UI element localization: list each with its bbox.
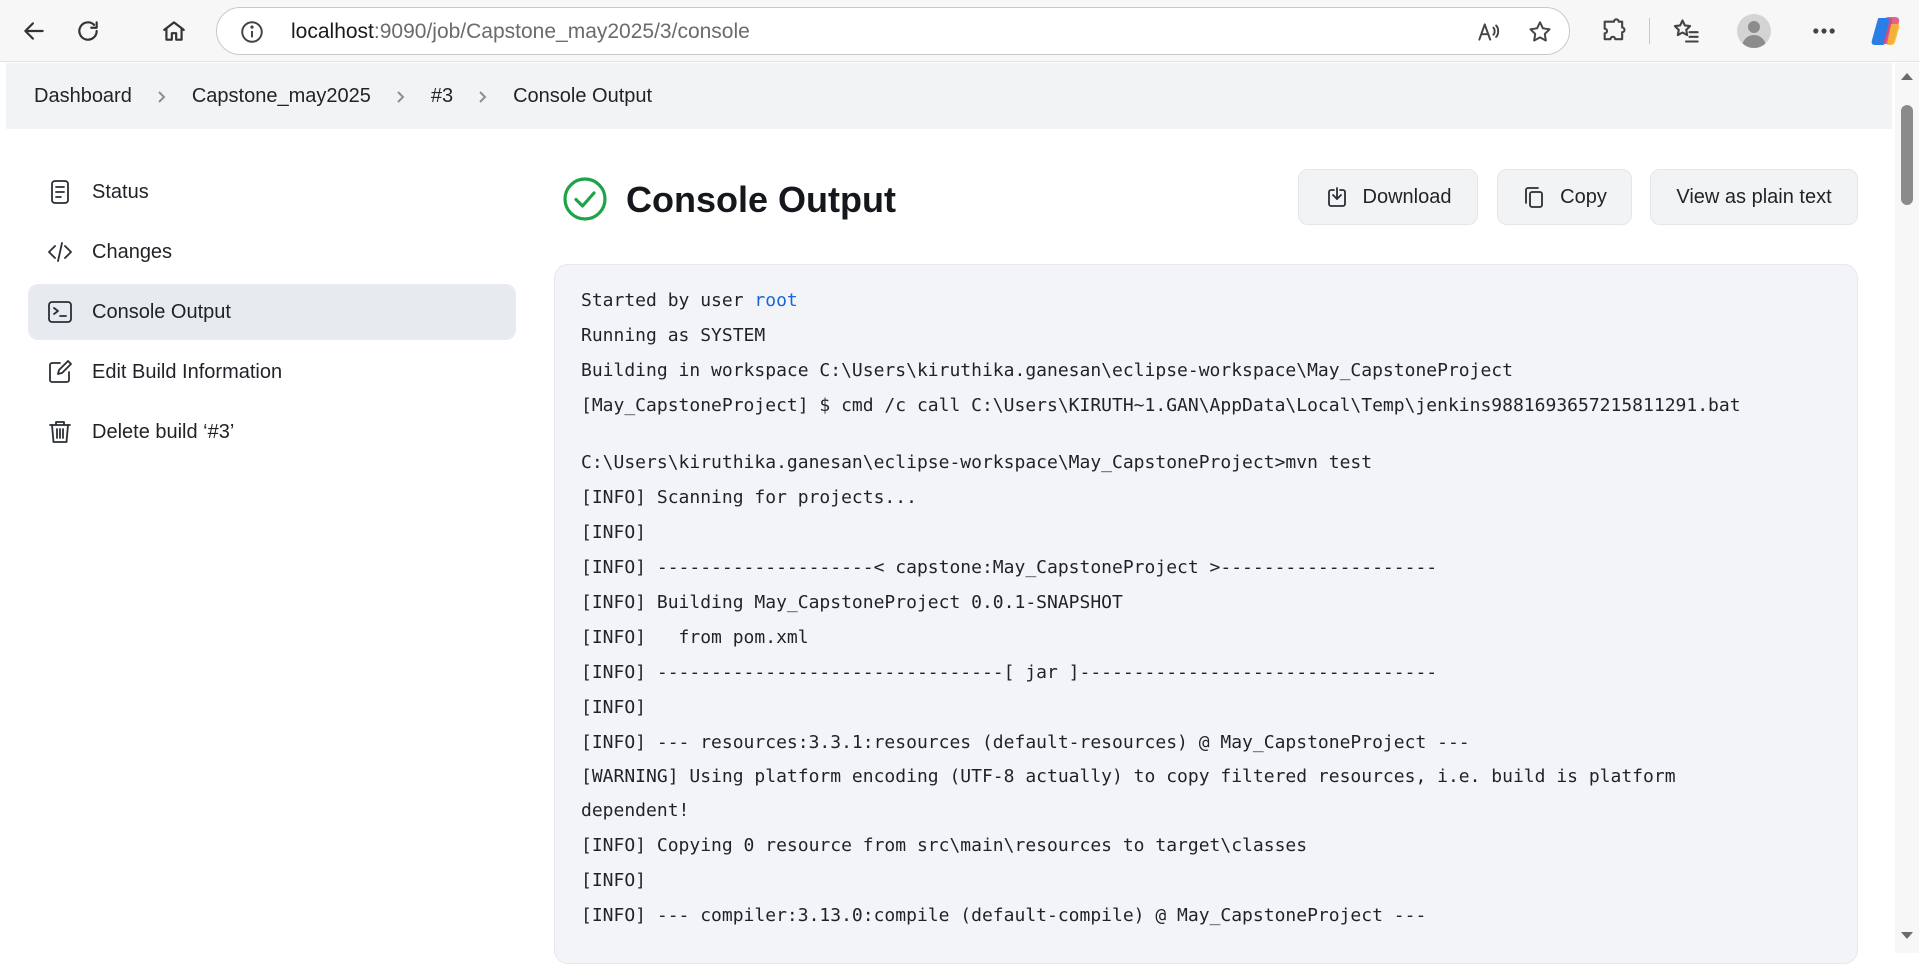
download-icon [1325,185,1349,209]
sidebar-item-label: Changes [92,240,173,263]
refresh-button[interactable] [68,11,108,51]
breadcrumb-dashboard[interactable]: Dashboard [34,85,132,108]
scroll-up-icon[interactable] [1900,71,1914,81]
console-line: [INFO] --- compiler:3.13.0:compile (defa… [581,905,1427,926]
sidebar-item-label: Console Output [92,300,231,323]
sidebar-item-label: Edit Build Information [92,360,283,383]
browser-toolbar: localhost:9090/job/Capstone_may2025/3/co… [0,0,1919,62]
address-bar[interactable]: localhost:9090/job/Capstone_may2025/3/co… [216,7,1570,55]
title-row: Console Output Download Copy View as pla… [554,169,1862,229]
profile-avatar[interactable] [1737,14,1771,48]
download-button[interactable]: Download [1298,169,1478,225]
sidebar: Status Changes Console Output Edit Build… [28,164,516,464]
console-line: C:\Users\kiruthika.ganesan\eclipse-works… [581,452,1373,473]
console-line: [INFO] [581,697,647,718]
breadcrumb-console-output[interactable]: Console Output [513,85,652,108]
page-title: Console Output [626,179,896,220]
read-aloud-icon[interactable] [1475,19,1501,45]
scrollbar-thumb[interactable] [1901,105,1913,205]
breadcrumb: Dashboard Capstone_may2025 #3 Console Ou… [6,63,1892,129]
toolbar-divider [1649,18,1650,44]
console-line-started: Started by user root [581,283,1833,318]
edit-icon [46,358,74,386]
page-content: Status Changes Console Output Edit Build… [6,129,1892,964]
console-started-prefix: Started by user [581,290,755,311]
url-text[interactable]: localhost:9090/job/Capstone_may2025/3/co… [291,20,750,44]
sidebar-item-console-output[interactable]: Console Output [28,284,516,340]
success-check-icon [562,176,608,222]
console-user-link[interactable]: root [754,290,797,311]
info-icon[interactable] [239,19,265,45]
breadcrumb-build[interactable]: #3 [431,85,453,108]
chevron-right-icon [477,90,489,103]
console-line: Building in workspace C:\Users\kiruthika… [581,360,1513,381]
trash-icon [46,418,74,446]
console-line: [INFO] --------------------< capstone:Ma… [581,557,1438,578]
favorite-star-icon[interactable] [1527,19,1553,45]
page-scrollbar[interactable] [1895,63,1919,953]
sidebar-item-edit-build-information[interactable]: Edit Build Information [28,344,516,400]
chevron-right-icon [395,90,407,103]
home-button[interactable] [154,11,194,51]
view-plain-text-button[interactable]: View as plain text [1650,169,1858,225]
url-host: localhost [291,20,374,43]
console-line: [INFO] from pom.xml [581,627,809,648]
breadcrumb-job[interactable]: Capstone_may2025 [192,85,371,108]
back-icon [24,22,44,40]
home-icon [163,21,185,41]
console-output[interactable]: Started by user root Running as SYSTEM B… [554,264,1858,964]
extensions-icon[interactable] [1600,17,1628,45]
console-line: [INFO] [581,522,647,543]
copy-icon [1522,185,1546,209]
view-plain-text-label: View as plain text [1676,185,1832,208]
copy-label: Copy [1560,185,1607,208]
console-line: [INFO] --------------------------------[… [581,662,1438,683]
back-button[interactable] [14,11,54,51]
sidebar-item-status[interactable]: Status [28,164,516,220]
sidebar-item-label: Status [92,180,149,203]
console-line-warning: [WARNING] Using platform encoding (UTF-8… [581,766,1687,821]
download-label: Download [1362,185,1452,208]
scroll-down-icon[interactable] [1900,931,1914,941]
main-panel: Console Output Download Copy View as pla… [554,129,1862,964]
console-line: Running as SYSTEM [581,325,766,346]
copilot-icon[interactable] [1869,14,1903,48]
url-path: :9090/job/Capstone_may2025/3/console [373,20,750,43]
favorites-icon[interactable] [1672,17,1700,45]
more-icon[interactable] [1810,17,1838,45]
terminal-icon [46,298,74,326]
console-line: [INFO] Building May_CapstoneProject 0.0.… [581,592,1123,613]
chevron-right-icon [156,90,168,103]
code-icon [46,238,74,266]
console-line: [INFO] Scanning for projects... [581,487,917,508]
console-line: [INFO] Copying 0 resource from src\main\… [581,835,1308,856]
sidebar-item-delete-build[interactable]: Delete build ‘#3’ [28,404,516,460]
console-line: [May_CapstoneProject] $ cmd /c call C:\U… [581,395,1741,416]
refresh-icon [78,21,98,41]
sidebar-item-changes[interactable]: Changes [28,224,516,280]
console-line: [INFO] --- resources:3.3.1:resources (de… [581,732,1470,753]
document-icon [46,178,74,206]
copy-button[interactable]: Copy [1497,169,1632,225]
console-line: [INFO] [581,870,647,891]
sidebar-item-label: Delete build ‘#3’ [92,420,235,443]
